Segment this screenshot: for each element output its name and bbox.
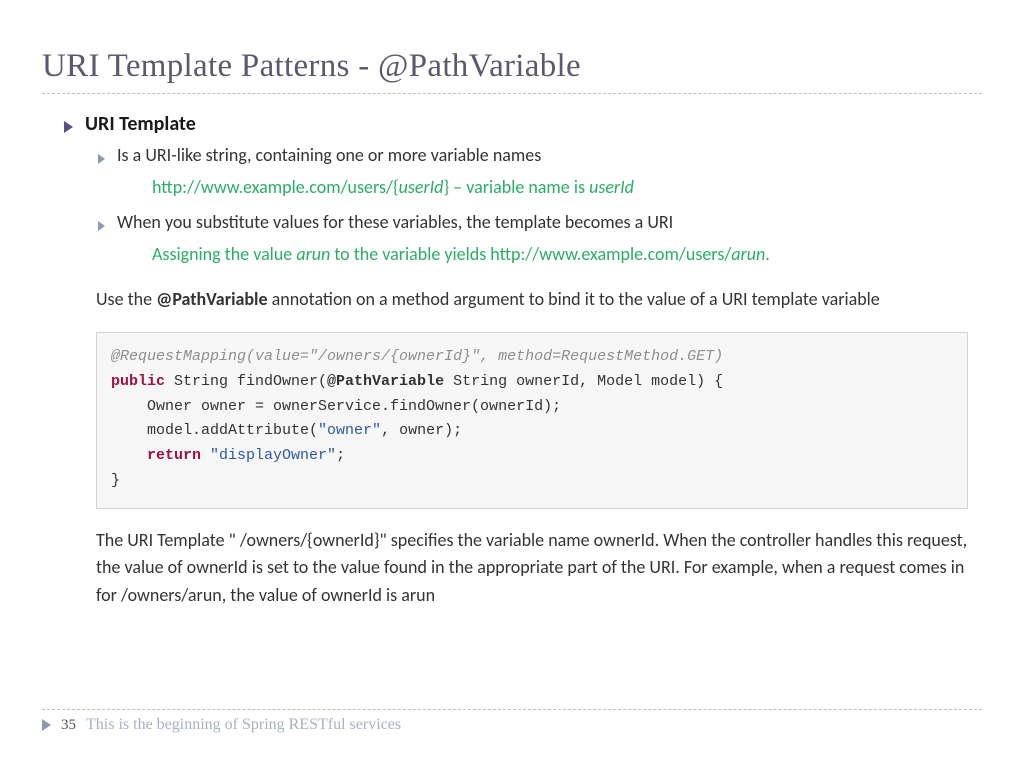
triangle-right-icon — [98, 154, 105, 164]
bullet-l2a-text: Is a URI-like string, containing one or … — [117, 142, 541, 168]
bullet-level2-b: When you substitute values for these var… — [98, 209, 982, 235]
page-number: 35 — [61, 717, 76, 734]
footer-caption: This is the beginning of Spring RESTful … — [86, 716, 401, 734]
paragraph-pathvariable: Use the @PathVariable annotation on a me… — [96, 286, 982, 314]
triangle-right-icon — [98, 221, 105, 231]
footer-divider — [42, 709, 982, 710]
bullet-level2-a: Is a URI-like string, containing one or … — [98, 142, 982, 168]
bullet-level1: URI Template — [64, 112, 982, 136]
slide-title: URI Template Patterns - @PathVariable — [42, 48, 982, 85]
triangle-right-icon — [42, 719, 51, 731]
slide-footer: 35 This is the beginning of Spring RESTf… — [42, 709, 982, 734]
code-snippet: @RequestMapping(value="/owners/{ownerId}… — [96, 332, 968, 509]
bullet-l2b-text: When you substitute values for these var… — [117, 209, 673, 235]
triangle-right-icon — [64, 121, 73, 133]
example-uri-substituted: Assigning the value arun to the variable… — [152, 241, 982, 268]
paragraph-explanation: The URI Template " /owners/{ownerId}" sp… — [96, 527, 982, 611]
bullet-l1-text: URI Template — [85, 112, 196, 136]
example-uri-template: http://www.example.com/users/{userId} – … — [152, 174, 982, 201]
title-divider — [42, 93, 982, 94]
